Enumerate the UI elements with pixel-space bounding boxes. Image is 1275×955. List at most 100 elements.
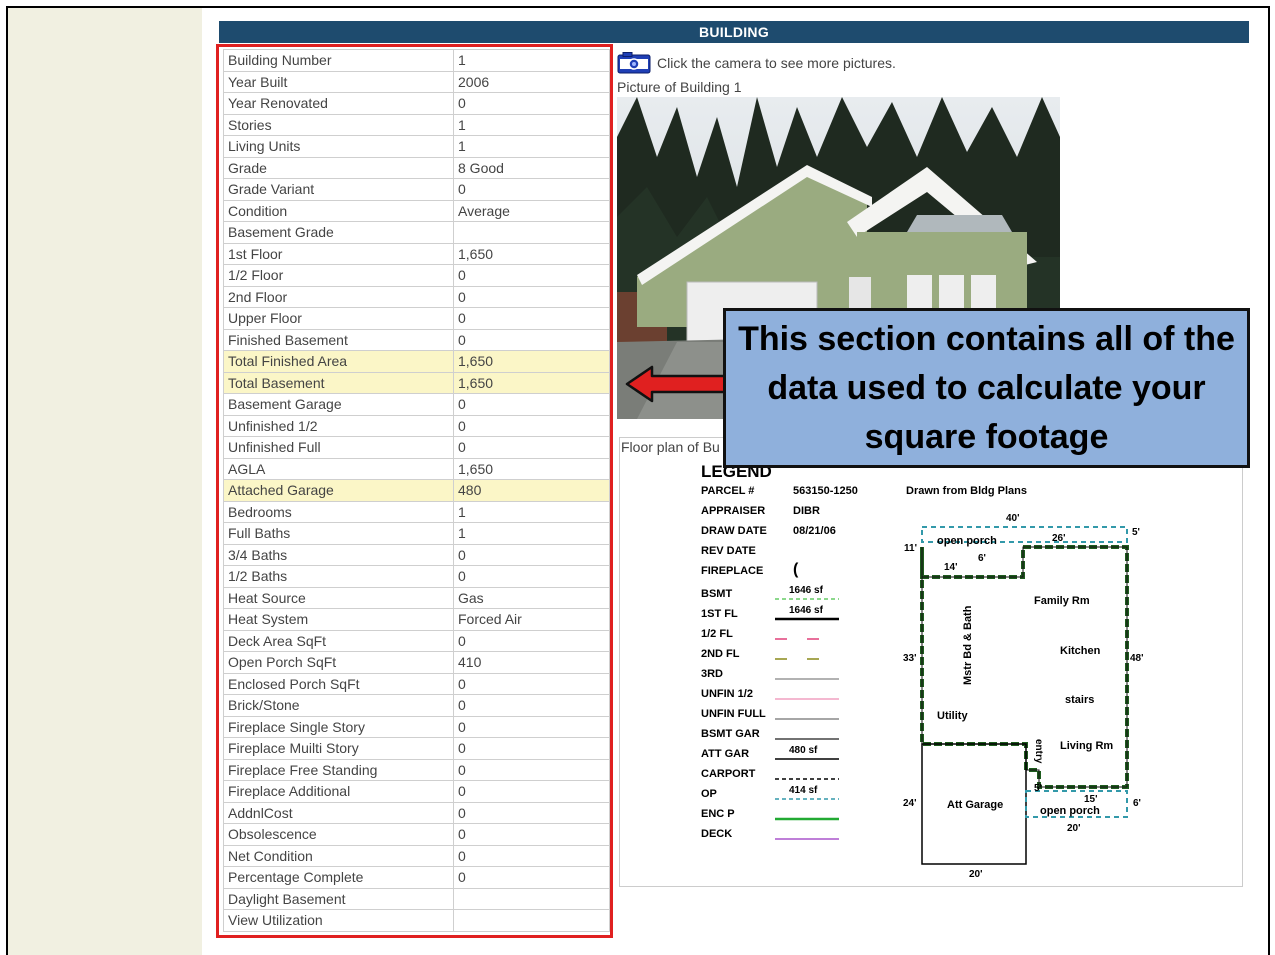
row-label: Net Condition <box>223 844 454 867</box>
table-row: Percentage Complete 0 <box>223 866 610 889</box>
table-row: Heat Source Gas <box>223 586 610 609</box>
table-row: Heat System Forced Air <box>223 608 610 631</box>
row-label: Attached Garage <box>223 479 454 502</box>
row-label: 1st Floor <box>223 242 454 265</box>
table-row: Daylight Basement <box>223 887 610 910</box>
svg-text:26': 26' <box>1052 533 1066 544</box>
row-label: Heat System <box>223 608 454 631</box>
row-value <box>453 909 610 932</box>
camera-hint-text: Click the camera to see more pictures. <box>657 55 896 71</box>
camera-row: Click the camera to see more pictures. <box>617 52 896 74</box>
legend-value: 480 sf <box>789 745 818 756</box>
table-row: 1st Floor 1,650 <box>223 242 610 265</box>
legend-label: 2ND FL <box>701 648 740 660</box>
row-label: Grade <box>223 156 454 179</box>
row-label: Fireplace Additional <box>223 780 454 803</box>
row-label: Fireplace Muilti Story <box>223 737 454 760</box>
sketch-plan: open porch Family Rm Kitchen stairs Mstr… <box>903 513 1144 880</box>
row-label: 2nd Floor <box>223 285 454 308</box>
svg-text:24': 24' <box>903 798 917 809</box>
legend-label: OP <box>701 788 717 800</box>
room-open-porch-top: open porch <box>937 535 997 547</box>
row-value: 1,650 <box>453 457 610 480</box>
legend-label: BSMT <box>701 588 732 600</box>
row-label: 1/2 Floor <box>223 264 454 287</box>
table-row: AGLA 1,650 <box>223 457 610 480</box>
row-label: 1/2 Baths <box>223 565 454 588</box>
camera-icon[interactable] <box>617 52 651 74</box>
table-row: 1/2 Floor 0 <box>223 264 610 287</box>
row-value <box>453 887 610 910</box>
svg-text:20': 20' <box>969 869 983 880</box>
table-row: Upper Floor 0 <box>223 307 610 330</box>
table-row: Building Number 1 <box>223 49 610 72</box>
table-row: Total Basement 1,650 <box>223 371 610 394</box>
table-row: Attached Garage 480 <box>223 479 610 502</box>
row-value: 1 <box>453 135 610 158</box>
room-kitchen: Kitchen <box>1060 645 1101 657</box>
row-value: 0 <box>453 328 610 351</box>
legend-value: 1646 sf <box>789 585 824 596</box>
row-value: 1 <box>453 49 610 72</box>
sketch-meta: PARCEL # 563150-1250 APPRAISER DIBR DRAW DAT… <box>701 485 858 578</box>
table-row: Stories 1 <box>223 113 610 136</box>
legend-value: 414 sf <box>789 785 818 796</box>
table-row: Basement Grade <box>223 221 610 244</box>
row-value: 480 <box>453 479 610 502</box>
row-label: Building Number <box>223 49 454 72</box>
row-value: 0 <box>453 694 610 717</box>
table-row: Bedrooms 1 <box>223 500 610 523</box>
row-value: 1 <box>453 522 610 545</box>
row-label: Unfinished 1/2 <box>223 414 454 437</box>
row-label: Bedrooms <box>223 500 454 523</box>
row-label: View Utilization <box>223 909 454 932</box>
legend-label: UNFIN FULL <box>701 708 766 720</box>
row-value: 0 <box>453 307 610 330</box>
table-row: Living Units 1 <box>223 135 610 158</box>
row-value: 0 <box>453 672 610 695</box>
row-label: Basement Garage <box>223 393 454 416</box>
section-header: BUILDING <box>219 21 1249 43</box>
table-row: Condition Average <box>223 199 610 222</box>
row-label: Condition <box>223 199 454 222</box>
room-living: Living Rm <box>1060 740 1113 752</box>
table-row: View Utilization <box>223 909 610 932</box>
row-label: Living Units <box>223 135 454 158</box>
row-value: 0 <box>453 844 610 867</box>
table-row: Unfinished 1/2 0 <box>223 414 610 437</box>
room-entry: entry <box>1033 739 1044 764</box>
row-label: Year Built <box>223 70 454 93</box>
svg-text:6': 6' <box>1133 798 1141 809</box>
svg-text:33': 33' <box>903 653 917 664</box>
row-value: 0 <box>453 801 610 824</box>
row-label: 3/4 Baths <box>223 543 454 566</box>
row-value: 0 <box>453 758 610 781</box>
table-row: Total Finished Area 1,650 <box>223 350 610 373</box>
room-mstr: Mstr Bd & Bath <box>962 605 974 685</box>
svg-text:48': 48' <box>1130 653 1144 664</box>
legend-label: 3RD <box>701 668 723 680</box>
floorplan-sketch[interactable]: LEGEND Drawn from Bldg Plans PARCEL #563… <box>619 437 1243 887</box>
row-value: 1,650 <box>453 242 610 265</box>
row-label: Heat Source <box>223 586 454 609</box>
row-label: Enclosed Porch SqFt <box>223 672 454 695</box>
row-label: Total Finished Area <box>223 350 454 373</box>
row-value: 1,650 <box>453 371 610 394</box>
sketch-meta-label: FIREPLACE <box>701 565 763 577</box>
svg-text:14': 14' <box>944 562 958 573</box>
legend-label: 1/2 FL <box>701 628 733 640</box>
svg-text:20': 20' <box>1067 823 1081 834</box>
table-row: Open Porch SqFt 410 <box>223 651 610 674</box>
row-value: 0 <box>453 414 610 437</box>
table-row: Grade 8 Good <box>223 156 610 179</box>
row-value: 0 <box>453 823 610 846</box>
table-row: Fireplace Additional 0 <box>223 780 610 803</box>
building-data-table: Building Number 1 Year Built 2006 Year Renov… <box>223 49 610 932</box>
row-value: 2006 <box>453 70 610 93</box>
legend-label: 1ST FL <box>701 608 738 620</box>
legend-label: DECK <box>701 828 732 840</box>
left-sidebar-panel <box>8 8 202 955</box>
row-label: Full Baths <box>223 522 454 545</box>
row-label: Year Renovated <box>223 92 454 115</box>
row-value <box>453 221 610 244</box>
